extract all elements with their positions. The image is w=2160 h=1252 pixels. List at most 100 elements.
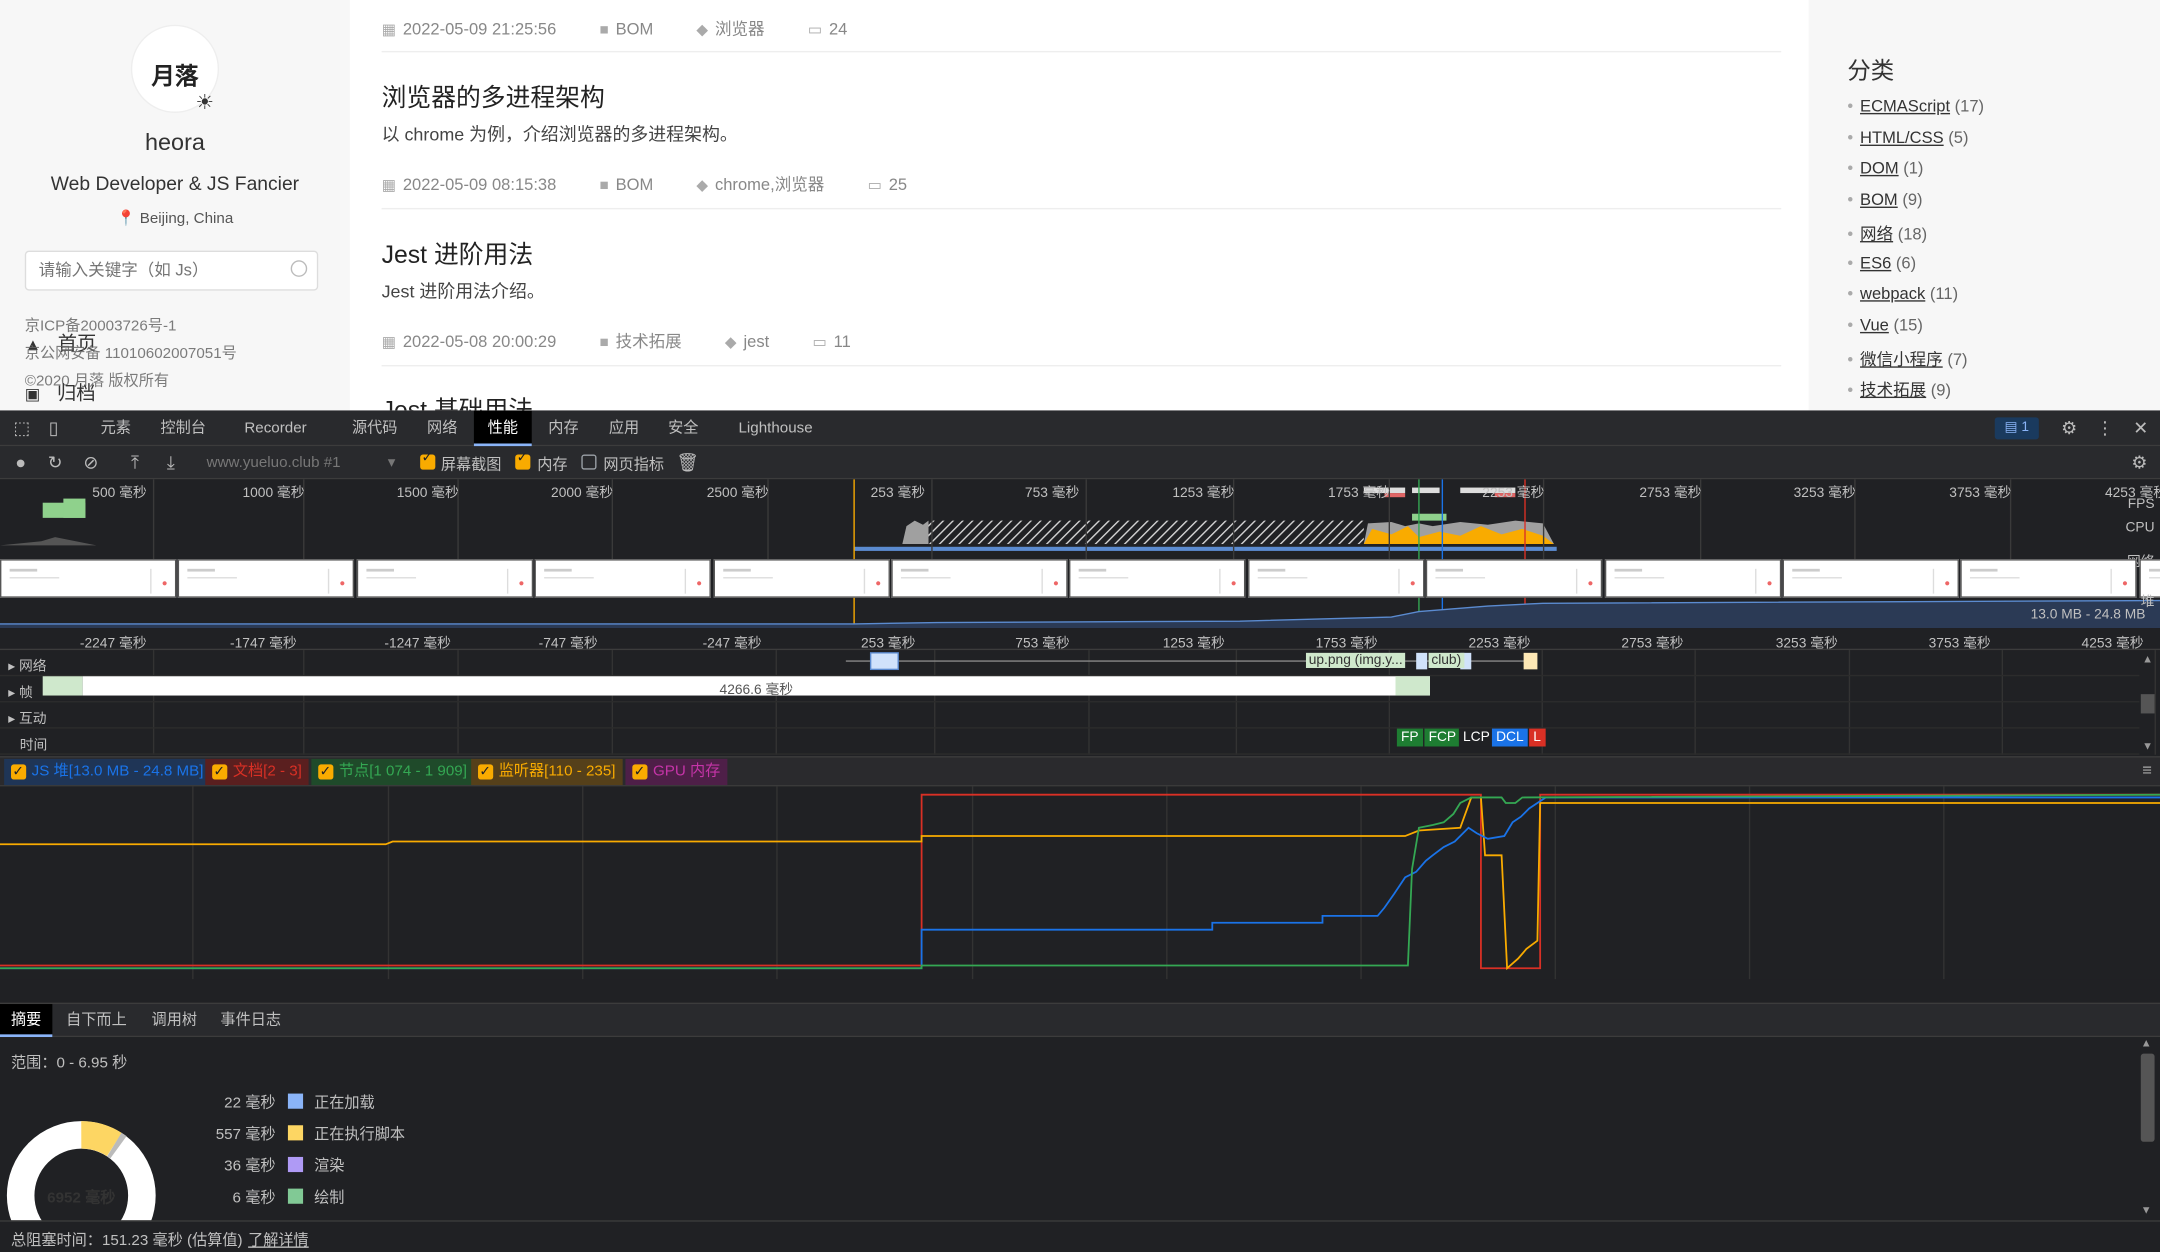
network-request[interactable] xyxy=(1523,652,1538,670)
frame-block[interactable]: 4266.6 毫秒 xyxy=(82,676,1430,698)
timeline-scrollbar[interactable]: ▲ ▼ xyxy=(2140,653,2155,752)
filmstrip-frame[interactable] xyxy=(891,559,1068,598)
counter-checkbox[interactable] xyxy=(478,759,494,785)
timing-marker-dcl[interactable]: DCL xyxy=(1491,728,1528,747)
timing-marker-lcp[interactable]: LCP xyxy=(1458,728,1494,747)
category-link[interactable]: 技术拓展 xyxy=(1860,381,1926,400)
nav-archive[interactable]: ▣ 归档 xyxy=(25,379,96,407)
category-item[interactable]: • 微信小程序 (7) xyxy=(1847,347,1967,370)
category-link[interactable]: webpack xyxy=(1860,284,1925,303)
filmstrip-frame[interactable] xyxy=(534,559,712,598)
post-title[interactable]: 浏览器的多进程架构 xyxy=(382,79,605,115)
tab-8[interactable]: 安全 xyxy=(657,410,709,446)
device-toggle-icon[interactable]: ▯ xyxy=(43,417,65,439)
tab-3[interactable]: 源代码 xyxy=(342,410,408,446)
counter-toggle[interactable]: 文档[2 - 3] xyxy=(205,759,309,786)
avatar[interactable]: 月落 ☀ xyxy=(130,24,220,114)
filmstrip-frame[interactable] xyxy=(713,559,890,598)
category-link[interactable]: ES6 xyxy=(1860,253,1891,272)
post-category[interactable]: 技术拓展 xyxy=(616,332,682,351)
filmstrip-frame[interactable] xyxy=(178,559,355,598)
track-timings[interactable]: 时间 xyxy=(0,729,2140,755)
filmstrip-frame[interactable] xyxy=(1426,559,1603,598)
counter-checkbox[interactable] xyxy=(212,759,228,785)
post-tags[interactable]: 浏览器 xyxy=(715,19,765,38)
tab-4[interactable]: 网络 xyxy=(416,410,468,446)
screenshots-checkbox[interactable] xyxy=(420,450,436,470)
more-options-icon[interactable]: ⋮ xyxy=(2094,417,2116,439)
web-vitals-checkbox[interactable] xyxy=(581,454,597,470)
timeline-overview[interactable]: 500 毫秒 1000 毫秒 1500 毫秒 2000 毫秒 2500 毫秒 253 毫秒… xyxy=(0,479,2160,629)
clear-icon[interactable]: ⊘ xyxy=(80,452,102,474)
theme-toggle-icon[interactable]: ☀ xyxy=(196,90,215,114)
hamburger-icon[interactable]: ≡ xyxy=(2142,760,2152,779)
counter-toggle[interactable]: 监听器[110 - 235] xyxy=(471,759,623,786)
inspect-icon[interactable]: ⬚ xyxy=(11,417,33,439)
category-link[interactable]: HTML/CSS xyxy=(1860,128,1944,147)
reload-record-icon[interactable]: ↻ xyxy=(44,452,66,474)
scroll-thumb[interactable] xyxy=(2140,1053,2155,1142)
post-comments[interactable]: 24 xyxy=(829,19,847,38)
timing-marker-l[interactable]: L xyxy=(1529,728,1546,747)
network-request-label[interactable]: up.png (img.y... xyxy=(1305,652,1406,668)
filmstrip-frame[interactable] xyxy=(1604,559,1781,598)
category-item[interactable]: • ES6 (6) xyxy=(1847,253,1916,272)
post-category[interactable]: BOM xyxy=(616,19,654,38)
counter-toggle[interactable]: 节点[1 074 - 1 909] xyxy=(311,759,474,786)
post-tags[interactable]: chrome,浏览器 xyxy=(715,175,824,194)
download-icon[interactable]: ⤓ xyxy=(160,452,182,474)
scroll-down-icon[interactable]: ▼ xyxy=(2141,1204,2152,1216)
scroll-down-icon[interactable]: ▼ xyxy=(2142,740,2153,752)
profile-select[interactable]: www.yueluo.club #1 ▾ xyxy=(200,450,404,475)
tab-6[interactable]: 内存 xyxy=(537,410,589,446)
track-interactions[interactable]: ▸ 互动 xyxy=(0,702,2140,729)
network-request-label[interactable]: club) xyxy=(1428,652,1464,668)
category-item[interactable]: • HTML/CSS (5) xyxy=(1847,128,1968,147)
counter-checkbox[interactable] xyxy=(318,759,334,785)
site-search[interactable] xyxy=(24,250,319,291)
category-item[interactable]: • 技术拓展 (9) xyxy=(1847,378,1951,401)
timing-marker-fcp[interactable]: FCP xyxy=(1424,728,1461,747)
network-request[interactable] xyxy=(869,652,899,671)
category-item[interactable]: • ECMAScript (17) xyxy=(1847,96,1984,115)
category-link[interactable]: 微信小程序 xyxy=(1860,349,1943,368)
category-item[interactable]: • DOM (1) xyxy=(1847,159,1923,178)
post-category[interactable]: BOM xyxy=(616,175,654,194)
filmstrip-frame[interactable] xyxy=(1069,559,1246,598)
category-item[interactable]: • 网络 (18) xyxy=(1847,221,1927,244)
post-comments[interactable]: 25 xyxy=(889,175,907,194)
post-tags[interactable]: jest xyxy=(743,332,769,351)
frame-block[interactable] xyxy=(1395,676,1430,696)
scroll-up-icon[interactable]: ▲ xyxy=(2141,1037,2152,1049)
filmstrip-frame[interactable] xyxy=(0,559,177,598)
category-item[interactable]: • BOM (9) xyxy=(1847,190,1922,209)
category-link[interactable]: BOM xyxy=(1860,190,1898,209)
capture-settings-icon[interactable]: ⚙ xyxy=(2128,452,2150,474)
summary-scrollbar[interactable]: ▲ ▼ xyxy=(2140,1037,2155,1216)
tab-5[interactable]: 性能 xyxy=(473,410,532,447)
tab-7[interactable]: 应用 xyxy=(598,410,650,446)
tab-2[interactable]: Recorder xyxy=(226,410,325,446)
timing-marker-fp[interactable]: FP xyxy=(1396,728,1423,747)
post-title[interactable]: Jest 基础用法 xyxy=(382,391,534,411)
search-icon[interactable] xyxy=(290,260,308,277)
scroll-thumb[interactable] xyxy=(2140,694,2155,714)
category-link[interactable]: DOM xyxy=(1860,159,1899,178)
record-icon[interactable]: ● xyxy=(10,452,32,474)
tab-1[interactable]: 控制台 xyxy=(152,410,215,446)
category-item[interactable]: • webpack (11) xyxy=(1847,284,1958,303)
messages-badge[interactable]: ▤ 1 xyxy=(1994,417,2039,440)
post-comments[interactable]: 11 xyxy=(834,332,851,351)
police-record[interactable]: 京公网安备 11010602007051号 xyxy=(25,342,237,364)
counter-toggle[interactable]: JS 堆[13.0 MB - 24.8 MB] xyxy=(4,759,211,786)
search-input[interactable] xyxy=(38,260,287,280)
upload-icon[interactable]: ⤒ xyxy=(124,452,146,474)
category-link[interactable]: ECMAScript xyxy=(1860,96,1950,115)
tab-9[interactable]: Lighthouse xyxy=(725,410,827,446)
filmstrip-frame[interactable] xyxy=(1960,559,2138,598)
filmstrip[interactable] xyxy=(0,559,2160,599)
settings-icon[interactable]: ⚙ xyxy=(2058,417,2080,439)
network-request[interactable] xyxy=(1416,652,1428,670)
post-title[interactable]: Jest 进阶用法 xyxy=(382,236,534,272)
category-link[interactable]: Vue xyxy=(1860,315,1889,334)
